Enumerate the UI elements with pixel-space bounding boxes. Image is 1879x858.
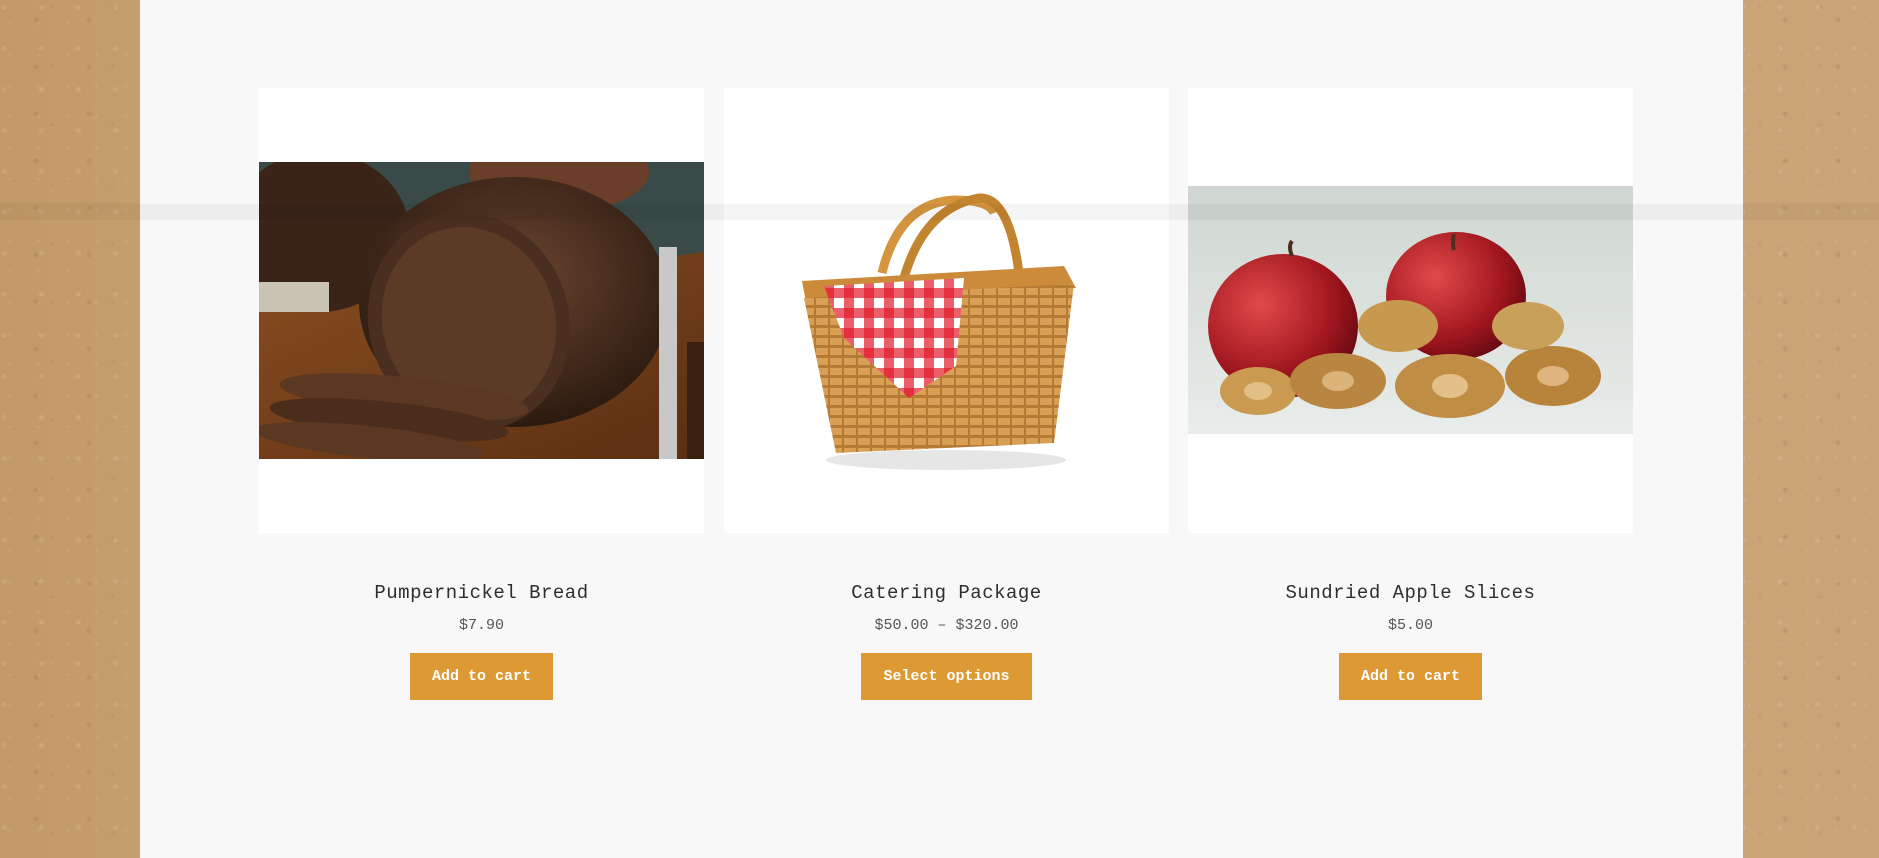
product-title[interactable]: Pumpernickel Bread (259, 581, 704, 605)
product-title[interactable]: Sundried Apple Slices (1188, 581, 1633, 605)
apple-slices-image[interactable] (1188, 186, 1633, 434)
add-to-cart-button[interactable]: Add to cart (1338, 653, 1483, 700)
product-title[interactable]: Catering Package (724, 581, 1169, 605)
picnic-basket-image[interactable] (724, 88, 1169, 533)
product-card-sundried-apple-slices: Sundried Apple Slices $5.00 Add to cart (1188, 88, 1633, 700)
product-price: $50.00 – $320.00 (874, 617, 1019, 634)
add-to-cart-button[interactable]: Add to cart (409, 653, 554, 700)
select-options-button[interactable]: Select options (861, 653, 1032, 700)
product-thumbnail[interactable] (724, 88, 1169, 533)
product-price: $5.00 (1387, 617, 1433, 634)
pumpernickel-bread-image[interactable] (259, 162, 704, 459)
product-thumbnail[interactable] (1188, 88, 1633, 533)
product-price: $7.90 (458, 617, 504, 634)
main-content: Pumpernickel Bread $7.90 Add to cart Cat… (140, 0, 1743, 858)
product-thumbnail[interactable] (259, 88, 704, 533)
product-card-catering-package: Catering Package $50.00 – $320.00 Select… (724, 88, 1169, 700)
product-card-pumpernickel-bread: Pumpernickel Bread $7.90 Add to cart (259, 88, 704, 700)
